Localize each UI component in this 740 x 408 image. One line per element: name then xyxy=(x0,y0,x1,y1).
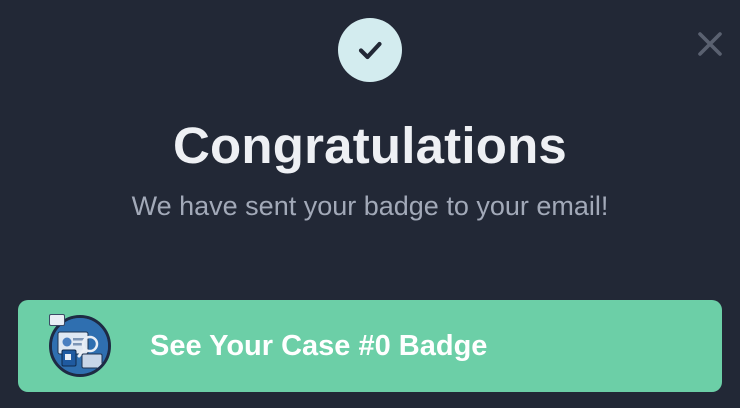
checkmark-icon xyxy=(358,41,382,60)
success-check-badge xyxy=(338,18,402,82)
see-badge-button[interactable]: See Your Case #0 Badge xyxy=(18,300,722,392)
dialog-title: Congratulations xyxy=(173,117,567,174)
dialog-message: We have sent your badge to your email! xyxy=(131,191,609,221)
see-badge-label: See Your Case #0 Badge xyxy=(150,330,488,362)
close-icon xyxy=(698,32,722,56)
close-button[interactable] xyxy=(694,28,726,60)
badge-corner-tag xyxy=(49,314,65,326)
congratulations-dialog: Congratulations We have sent your badge … xyxy=(0,0,740,408)
